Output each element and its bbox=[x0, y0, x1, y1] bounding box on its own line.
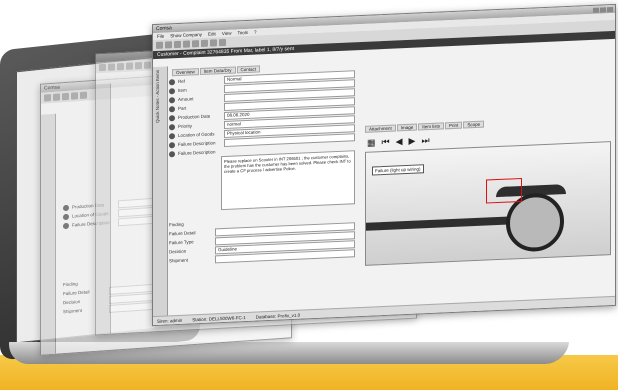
grid-icon[interactable]: ▦ bbox=[367, 137, 376, 148]
back-window-sidebar bbox=[41, 113, 56, 355]
last-icon[interactable]: ⏭ bbox=[421, 135, 429, 146]
label-ref: Ref bbox=[178, 78, 186, 84]
label-location: Location of Goods bbox=[178, 131, 215, 138]
label-decision: Decision bbox=[169, 248, 187, 255]
tag-icon bbox=[169, 78, 175, 85]
status-station: Station: DELL500W6-FC-1 bbox=[192, 314, 246, 322]
tab-image[interactable]: Image bbox=[396, 123, 418, 132]
statusbar: Siren: admin Station: DELL500W6-FC-1 Dat… bbox=[153, 295, 615, 326]
next-icon[interactable]: ▶ bbox=[409, 136, 416, 147]
failure-text[interactable]: Please replace on Scooter in INT 206501 … bbox=[221, 150, 355, 211]
label-amount: Amount bbox=[178, 96, 194, 102]
prev-icon[interactable]: ◀ bbox=[396, 136, 403, 147]
quick-notes-sidebar[interactable]: Quick Notes - Action Items bbox=[153, 66, 168, 326]
status-user: Siren: admin bbox=[157, 317, 183, 324]
delete-icon[interactable] bbox=[192, 40, 199, 48]
warning-icon bbox=[63, 222, 69, 229]
scooter-photo[interactable]: Failure (light up wiring) bbox=[365, 141, 611, 266]
part-icon bbox=[169, 105, 175, 112]
menu-edit[interactable]: Edit bbox=[208, 31, 216, 36]
label-failure-type: Failure Type bbox=[169, 239, 194, 246]
priority-icon bbox=[169, 123, 175, 130]
label-part: Part bbox=[178, 105, 187, 111]
first-icon[interactable]: ⏮ bbox=[382, 137, 390, 148]
box-icon bbox=[169, 87, 175, 94]
middle-window-sidebar bbox=[96, 83, 111, 335]
location-icon bbox=[169, 132, 175, 139]
save-icon[interactable] bbox=[174, 40, 181, 49]
location-icon bbox=[63, 213, 69, 220]
label-failure-description-2: Failure Description bbox=[178, 149, 216, 156]
label-failure-detail: Failure Detail bbox=[169, 230, 196, 237]
label-failure-description: Failure Description bbox=[178, 140, 216, 147]
warning-icon bbox=[169, 141, 175, 148]
image-nav: ▦ ⏮ ◀ ▶ ⏭ bbox=[367, 135, 430, 149]
minimize-button[interactable] bbox=[593, 7, 599, 13]
label-shipment: Shipment bbox=[169, 257, 189, 264]
tab-attachment[interactable]: Attachment bbox=[365, 124, 396, 133]
tab-overview[interactable]: Overview bbox=[172, 68, 199, 77]
gear-icon bbox=[63, 204, 69, 211]
maximize-button[interactable] bbox=[600, 6, 606, 13]
window-title: Comsa bbox=[156, 25, 172, 32]
sidebar-label: Quick Notes - Action Items bbox=[155, 69, 160, 124]
menu-tools[interactable]: Tools bbox=[238, 30, 249, 35]
amount-icon bbox=[169, 96, 175, 103]
status-database: Database: Profix_v1.0 bbox=[255, 312, 301, 320]
highlight-box bbox=[486, 177, 522, 204]
print-icon[interactable] bbox=[183, 40, 190, 48]
label-priority: Priority bbox=[178, 123, 193, 129]
tab-scope[interactable]: Scope bbox=[463, 120, 485, 129]
menu-file[interactable]: File bbox=[157, 34, 164, 39]
label-item: Item bbox=[178, 87, 187, 93]
open-icon[interactable] bbox=[165, 41, 172, 49]
note-icon bbox=[169, 150, 175, 157]
main-window: Comsa File Show Company Edit View Tools … bbox=[152, 3, 616, 327]
failure-callout: Failure (light up wiring) bbox=[372, 164, 424, 176]
back-window-title: Comsa bbox=[44, 84, 60, 92]
stage: Comsa Production Date Location of Goods … bbox=[0, 0, 618, 390]
new-icon[interactable] bbox=[156, 41, 163, 49]
refresh-icon[interactable] bbox=[201, 39, 208, 47]
search-icon[interactable] bbox=[210, 39, 217, 47]
menu-view[interactable]: View bbox=[222, 31, 232, 36]
attachment-tabs: Attachment Image Item lists Print Scope bbox=[365, 115, 609, 133]
label-production-date: Production Date bbox=[178, 113, 211, 120]
calendar-icon bbox=[169, 114, 175, 121]
tab-contact[interactable]: Contact bbox=[236, 65, 261, 74]
close-button[interactable] bbox=[607, 6, 613, 12]
label-finding: Finding bbox=[169, 221, 184, 228]
form-panel: Overview Item Data/Dry Contact Ref Normal… bbox=[169, 60, 359, 265]
mail-icon[interactable] bbox=[219, 38, 226, 47]
tab-item-lists[interactable]: Item lists bbox=[418, 122, 445, 131]
menu-help[interactable]: ? bbox=[254, 30, 257, 35]
tab-print[interactable]: Print bbox=[445, 121, 463, 130]
